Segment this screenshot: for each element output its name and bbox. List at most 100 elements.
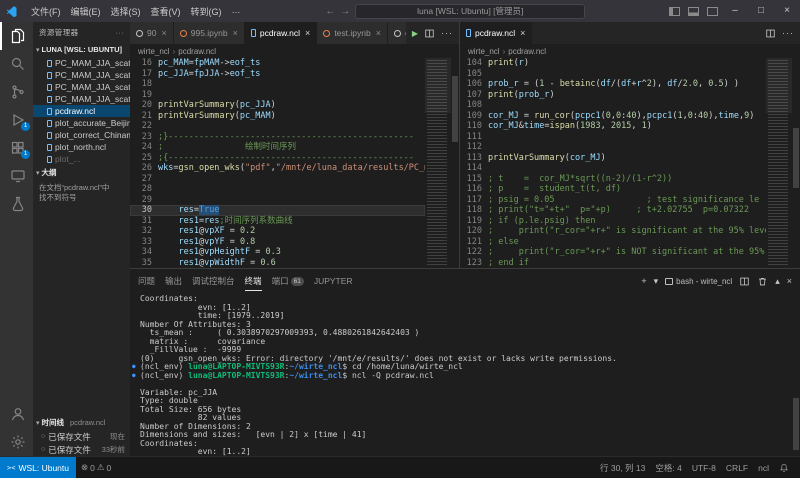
extensions-icon[interactable]: 1 [0, 134, 33, 162]
code-line[interactable]: 121; else [460, 237, 766, 248]
file-item[interactable]: plot_correct_Chinama... [33, 129, 130, 141]
code-line[interactable]: 35 res1@vpWidthF = 0.6 [130, 258, 425, 269]
code-line[interactable]: 119; if (p.le.psig) then [460, 216, 766, 227]
terminal-output[interactable]: Coordinates: evn: [1..2] time: [1979..20… [130, 293, 800, 456]
command-decoration-icon[interactable]: ● [132, 372, 136, 381]
code-line[interactable]: 24; 绘制时间序列 [130, 142, 425, 153]
code-line[interactable]: 117; psig = 0.05 ; test significance le [460, 195, 766, 206]
code-line[interactable]: 31 res1=res;时间序列系数曲线 [130, 216, 425, 227]
customize-layout-icon[interactable] [707, 7, 718, 16]
account-icon[interactable] [0, 400, 33, 428]
code-line[interactable]: 107print(prob_r) [460, 90, 766, 101]
close-icon[interactable]: × [233, 28, 238, 38]
code-line[interactable]: 16pc_MAM=fpMAM->eof_ts [130, 58, 425, 69]
indentation[interactable]: 空格: 4 [655, 462, 681, 474]
close-icon[interactable]: × [305, 28, 310, 38]
code-line[interactable]: 26wks=gsn_open_wks("pdf","/mnt/e/luna_da… [130, 163, 425, 174]
code-line[interactable]: 122; print("r_cor="+r+" is NOT significa… [460, 247, 766, 258]
split-editor-icon[interactable] [765, 28, 776, 39]
code-line[interactable]: 123; end if [460, 258, 766, 269]
code-line[interactable]: 104print(r) [460, 58, 766, 69]
close-icon[interactable]: × [520, 28, 525, 38]
breadcrumb-item[interactable]: pcdraw.ncl [178, 47, 216, 56]
code-line[interactable]: 34 res1@vpHeightF = 0.3 [130, 247, 425, 258]
breadcrumb-item[interactable]: wirte_ncl [468, 47, 500, 56]
notifications-bell-icon[interactable] [779, 463, 789, 473]
breadcrumb-item[interactable]: pcdraw.ncl [508, 47, 546, 56]
panel-tab[interactable]: 问题 [138, 271, 155, 291]
more-actions-icon[interactable]: ··· [115, 28, 124, 37]
panel-tab[interactable]: JUPYTER [314, 271, 353, 291]
editor-right[interactable]: 104print(r)105106prob_r = (1 - betainc(d… [460, 58, 800, 268]
code-line[interactable]: 22 [130, 121, 425, 132]
file-item[interactable]: plot_accurate_Beijing... [33, 117, 130, 129]
code-line[interactable]: 113printVarSummary(cor_MJ) [460, 153, 766, 164]
file-item[interactable]: PC_MAM_JJA_scatter... [33, 93, 130, 105]
code-line[interactable]: 32 res1@vpXF = 0.2 [130, 226, 425, 237]
problems-indicator[interactable]: ⊗0 ⚠0 [81, 462, 111, 473]
settings-icon[interactable] [0, 428, 33, 456]
maximize-panel-icon[interactable]: ▴ [775, 276, 780, 287]
minimap[interactable] [425, 58, 451, 268]
editor-left[interactable]: 16pc_MAM=fpMAM->eof_ts17pc_JJA=fpJJA->eo… [130, 58, 459, 268]
editor-tab[interactable]: pcdraw.ncl× [460, 22, 532, 44]
code-line[interactable]: 17pc_JJA=fpJJA->eof_ts [130, 69, 425, 80]
code-line[interactable]: 33 res1@vpYF = 0.8 [130, 237, 425, 248]
cursor-position[interactable]: 行 30, 列 13 [600, 462, 645, 474]
remote-explorer-icon[interactable] [0, 162, 33, 190]
close-button[interactable]: × [774, 0, 800, 22]
code-line[interactable]: 30 res=True [130, 205, 425, 216]
breadcrumb-item[interactable]: wirte_ncl [138, 47, 170, 56]
editor-tab[interactable]: 995.ipynb× [174, 22, 245, 44]
timeline-item[interactable]: ○已保存文件现在 [33, 430, 130, 443]
file-item[interactable]: plot_... [33, 153, 130, 165]
outline-header[interactable]: ▾ 大纲 [33, 165, 130, 180]
more-actions-icon[interactable]: ··· [782, 28, 794, 38]
explorer-folder-header[interactable]: ▾ LUNA [WSL: UBUNTU] [33, 42, 130, 57]
vertical-scrollbar[interactable] [451, 58, 459, 268]
code-line[interactable]: 112 [460, 142, 766, 153]
run-button[interactable]: ▶ [412, 29, 418, 38]
code-line[interactable]: 25;{------------------------------------… [130, 153, 425, 164]
toggle-sidebar-icon[interactable] [669, 7, 680, 16]
language-mode[interactable]: ncl [758, 463, 769, 473]
toggle-panel-icon[interactable] [688, 7, 699, 16]
code-line[interactable]: 18 [130, 79, 425, 90]
search-icon[interactable] [0, 50, 33, 78]
code-line[interactable]: 20printVarSummary(pc_JJA) [130, 100, 425, 111]
code-line[interactable]: 108 [460, 100, 766, 111]
run-debug-icon[interactable]: 1 [0, 106, 33, 134]
nav-back-icon[interactable]: ← [325, 6, 335, 17]
panel-tab[interactable]: 终端 [245, 271, 262, 291]
menu-item[interactable]: … [227, 5, 246, 18]
code-line[interactable]: 114 [460, 163, 766, 174]
panel-scrollbar[interactable] [792, 293, 800, 456]
timeline-header[interactable]: ▾ 时间线 pcdraw.ncl [33, 415, 130, 430]
timeline-item[interactable]: ○已保存文件33秒前 [33, 443, 130, 456]
command-center-search[interactable]: luna [WSL: Ubuntu] [管理员] [355, 4, 585, 19]
encoding[interactable]: UTF-8 [692, 463, 716, 473]
code-line[interactable]: 29 [130, 195, 425, 206]
close-panel-icon[interactable]: × [787, 276, 792, 286]
editor-tab[interactable]: config× [388, 22, 406, 44]
explorer-icon[interactable] [0, 22, 33, 50]
menu-item[interactable]: 编辑(E) [66, 5, 106, 18]
trash-icon[interactable] [757, 276, 768, 287]
code-line[interactable]: 118; print("t="+t+" p="+p) ; t+2.02755 p… [460, 205, 766, 216]
nav-forward-icon[interactable]: → [340, 6, 350, 17]
editor-tab[interactable]: pcdraw.ncl× [245, 22, 317, 44]
maximize-button[interactable]: □ [748, 0, 774, 22]
new-terminal-icon[interactable]: + [641, 276, 646, 286]
code-line[interactable]: 106prob_r = (1 - betainc(df/(df+r^2), df… [460, 79, 766, 90]
chevron-down-icon[interactable]: ▾ [654, 276, 659, 287]
terminal-tab-entry[interactable]: bash - wirte_ncl [665, 277, 732, 286]
file-item[interactable]: pcdraw.ncl [33, 105, 130, 117]
file-item[interactable]: PC_MAM_JJA_scat... [33, 57, 130, 69]
code-line[interactable]: 110cor_MJ&time=ispan(1983, 2015, 1) [460, 121, 766, 132]
split-editor-icon[interactable] [424, 28, 435, 39]
code-line[interactable]: 120; print("r_cor="+r+" is significant a… [460, 226, 766, 237]
file-item[interactable]: plot_north.ncl [33, 141, 130, 153]
code-line[interactable]: 19 [130, 90, 425, 101]
code-line[interactable]: 21printVarSummary(pc_MAM) [130, 111, 425, 122]
test-icon[interactable] [0, 190, 33, 218]
